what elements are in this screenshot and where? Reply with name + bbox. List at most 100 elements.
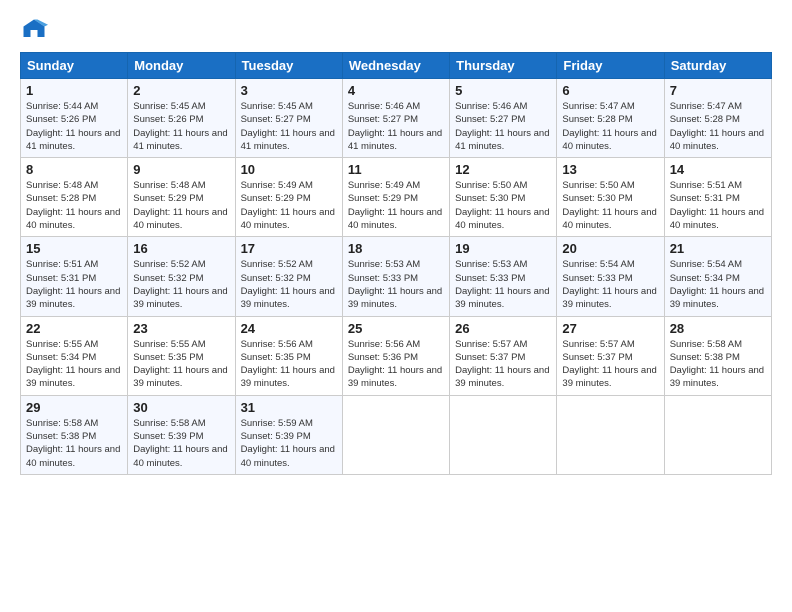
day-info: Sunrise: 5:53 AMSunset: 5:33 PMDaylight:… — [348, 258, 444, 311]
day-number: 19 — [455, 241, 551, 256]
day-info: Sunrise: 5:47 AMSunset: 5:28 PMDaylight:… — [562, 100, 658, 153]
day-cell: 18 Sunrise: 5:53 AMSunset: 5:33 PMDayligh… — [342, 237, 449, 316]
day-number: 30 — [133, 400, 229, 415]
day-number: 13 — [562, 162, 658, 177]
day-info: Sunrise: 5:46 AMSunset: 5:27 PMDaylight:… — [455, 100, 551, 153]
day-info: Sunrise: 5:58 AMSunset: 5:38 PMDaylight:… — [670, 338, 766, 391]
day-info: Sunrise: 5:55 AMSunset: 5:34 PMDaylight:… — [26, 338, 122, 391]
weekday-header-friday: Friday — [557, 53, 664, 79]
day-cell: 14Sunrise: 5:51 AMSunset: 5:31 PMDayligh… — [664, 158, 771, 237]
logo — [20, 16, 52, 44]
day-cell: 30 Sunrise: 5:58 AMSunset: 5:39 PMDayligh… — [128, 395, 235, 474]
weekday-header-saturday: Saturday — [664, 53, 771, 79]
day-info: Sunrise: 5:47 AMSunset: 5:28 PMDaylight:… — [670, 100, 766, 153]
day-cell: 21 Sunrise: 5:54 AMSunset: 5:34 PMDayligh… — [664, 237, 771, 316]
day-cell: 4Sunrise: 5:46 AMSunset: 5:27 PMDaylight… — [342, 79, 449, 158]
day-number: 17 — [241, 241, 337, 256]
day-number: 28 — [670, 321, 766, 336]
day-cell: 11Sunrise: 5:49 AMSunset: 5:29 PMDayligh… — [342, 158, 449, 237]
weekday-header-wednesday: Wednesday — [342, 53, 449, 79]
day-cell: 29 Sunrise: 5:58 AMSunset: 5:38 PMDayligh… — [21, 395, 128, 474]
day-number: 3 — [241, 83, 337, 98]
day-info: Sunrise: 5:49 AMSunset: 5:29 PMDaylight:… — [348, 179, 444, 232]
day-info: Sunrise: 5:45 AMSunset: 5:27 PMDaylight:… — [241, 100, 337, 153]
day-cell: 6 Sunrise: 5:47 AMSunset: 5:28 PMDaylight… — [557, 79, 664, 158]
day-cell: 20Sunrise: 5:54 AMSunset: 5:33 PMDayligh… — [557, 237, 664, 316]
week-row-2: 8 Sunrise: 5:48 AMSunset: 5:28 PMDaylight… — [21, 158, 772, 237]
day-cell: 25 Sunrise: 5:56 AMSunset: 5:36 PMDayligh… — [342, 316, 449, 395]
day-cell: 1Sunrise: 5:44 AMSunset: 5:26 PMDaylight… — [21, 79, 128, 158]
day-cell: 16Sunrise: 5:52 AMSunset: 5:32 PMDayligh… — [128, 237, 235, 316]
day-cell — [342, 395, 449, 474]
day-info: Sunrise: 5:56 AMSunset: 5:35 PMDaylight:… — [241, 338, 337, 391]
day-number: 27 — [562, 321, 658, 336]
day-cell: 9 Sunrise: 5:48 AMSunset: 5:29 PMDaylight… — [128, 158, 235, 237]
day-info: Sunrise: 5:51 AMSunset: 5:31 PMDaylight:… — [26, 258, 122, 311]
day-cell: 5 Sunrise: 5:46 AMSunset: 5:27 PMDaylight… — [450, 79, 557, 158]
day-number: 25 — [348, 321, 444, 336]
day-info: Sunrise: 5:49 AMSunset: 5:29 PMDaylight:… — [241, 179, 337, 232]
day-cell — [664, 395, 771, 474]
day-number: 9 — [133, 162, 229, 177]
day-cell: 17 Sunrise: 5:52 AMSunset: 5:32 PMDayligh… — [235, 237, 342, 316]
day-cell: 19 Sunrise: 5:53 AMSunset: 5:33 PMDayligh… — [450, 237, 557, 316]
day-info: Sunrise: 5:57 AMSunset: 5:37 PMDaylight:… — [455, 338, 551, 391]
day-info: Sunrise: 5:55 AMSunset: 5:35 PMDaylight:… — [133, 338, 229, 391]
weekday-header-row: SundayMondayTuesdayWednesdayThursdayFrid… — [21, 53, 772, 79]
day-number: 5 — [455, 83, 551, 98]
day-number: 7 — [670, 83, 766, 98]
day-info: Sunrise: 5:56 AMSunset: 5:36 PMDaylight:… — [348, 338, 444, 391]
day-number: 12 — [455, 162, 551, 177]
day-number: 15 — [26, 241, 122, 256]
day-number: 10 — [241, 162, 337, 177]
day-cell: 23 Sunrise: 5:55 AMSunset: 5:35 PMDayligh… — [128, 316, 235, 395]
day-number: 26 — [455, 321, 551, 336]
day-cell: 7 Sunrise: 5:47 AMSunset: 5:28 PMDaylight… — [664, 79, 771, 158]
day-info: Sunrise: 5:54 AMSunset: 5:34 PMDaylight:… — [670, 258, 766, 311]
day-number: 31 — [241, 400, 337, 415]
day-info: Sunrise: 5:50 AMSunset: 5:30 PMDaylight:… — [455, 179, 551, 232]
day-info: Sunrise: 5:48 AMSunset: 5:28 PMDaylight:… — [26, 179, 122, 232]
day-number: 4 — [348, 83, 444, 98]
header — [20, 16, 772, 44]
calendar-table: SundayMondayTuesdayWednesdayThursdayFrid… — [20, 52, 772, 475]
day-cell: 2Sunrise: 5:45 AMSunset: 5:26 PMDaylight… — [128, 79, 235, 158]
day-number: 29 — [26, 400, 122, 415]
day-number: 21 — [670, 241, 766, 256]
day-info: Sunrise: 5:58 AMSunset: 5:39 PMDaylight:… — [133, 417, 229, 470]
day-info: Sunrise: 5:58 AMSunset: 5:38 PMDaylight:… — [26, 417, 122, 470]
day-cell: 28 Sunrise: 5:58 AMSunset: 5:38 PMDayligh… — [664, 316, 771, 395]
week-row-5: 29 Sunrise: 5:58 AMSunset: 5:38 PMDayligh… — [21, 395, 772, 474]
day-number: 22 — [26, 321, 122, 336]
day-info: Sunrise: 5:52 AMSunset: 5:32 PMDaylight:… — [241, 258, 337, 311]
day-cell: 3 Sunrise: 5:45 AMSunset: 5:27 PMDaylight… — [235, 79, 342, 158]
day-number: 18 — [348, 241, 444, 256]
day-info: Sunrise: 5:57 AMSunset: 5:37 PMDaylight:… — [562, 338, 658, 391]
day-cell — [557, 395, 664, 474]
week-row-1: 1Sunrise: 5:44 AMSunset: 5:26 PMDaylight… — [21, 79, 772, 158]
day-number: 16 — [133, 241, 229, 256]
day-number: 23 — [133, 321, 229, 336]
weekday-header-sunday: Sunday — [21, 53, 128, 79]
day-number: 8 — [26, 162, 122, 177]
week-row-3: 15 Sunrise: 5:51 AMSunset: 5:31 PMDayligh… — [21, 237, 772, 316]
day-cell: 10 Sunrise: 5:49 AMSunset: 5:29 PMDayligh… — [235, 158, 342, 237]
day-number: 20 — [562, 241, 658, 256]
page: SundayMondayTuesdayWednesdayThursdayFrid… — [0, 0, 792, 485]
day-number: 1 — [26, 83, 122, 98]
day-cell: 27 Sunrise: 5:57 AMSunset: 5:37 PMDayligh… — [557, 316, 664, 395]
day-number: 6 — [562, 83, 658, 98]
day-info: Sunrise: 5:59 AMSunset: 5:39 PMDaylight:… — [241, 417, 337, 470]
day-info: Sunrise: 5:48 AMSunset: 5:29 PMDaylight:… — [133, 179, 229, 232]
day-cell: 26 Sunrise: 5:57 AMSunset: 5:37 PMDayligh… — [450, 316, 557, 395]
logo-icon — [20, 16, 48, 44]
day-cell: 13Sunrise: 5:50 AMSunset: 5:30 PMDayligh… — [557, 158, 664, 237]
day-info: Sunrise: 5:45 AMSunset: 5:26 PMDaylight:… — [133, 100, 229, 153]
day-cell: 31 Sunrise: 5:59 AMSunset: 5:39 PMDayligh… — [235, 395, 342, 474]
week-row-4: 22 Sunrise: 5:55 AMSunset: 5:34 PMDayligh… — [21, 316, 772, 395]
day-cell: 8 Sunrise: 5:48 AMSunset: 5:28 PMDaylight… — [21, 158, 128, 237]
day-info: Sunrise: 5:51 AMSunset: 5:31 PMDaylight:… — [670, 179, 766, 232]
weekday-header-tuesday: Tuesday — [235, 53, 342, 79]
day-info: Sunrise: 5:53 AMSunset: 5:33 PMDaylight:… — [455, 258, 551, 311]
weekday-header-monday: Monday — [128, 53, 235, 79]
